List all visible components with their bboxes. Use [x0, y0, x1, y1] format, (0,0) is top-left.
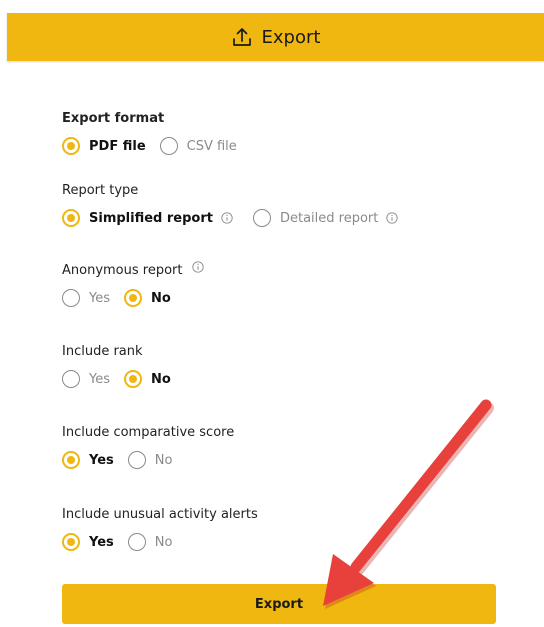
anonymous-report-label: Anonymous report	[62, 261, 204, 279]
include-comparative-score-label: Include comparative score	[62, 424, 235, 440]
report-type-option-detailed[interactable]: Detailed report	[252, 209, 399, 227]
include-rank-label: Include rank	[62, 343, 143, 359]
include-rank-options: Yes No	[62, 368, 185, 390]
include-comparative-score-option-yes[interactable]: Yes	[62, 451, 114, 469]
option-label: Yes	[89, 290, 110, 306]
radio-button-checked[interactable]	[62, 451, 80, 469]
radio-button-checked[interactable]	[124, 289, 142, 307]
option-label: No	[154, 452, 173, 468]
export-format-group: Export format PDF file CSV file	[62, 109, 251, 157]
info-icon[interactable]	[386, 212, 399, 224]
info-icon[interactable]	[191, 261, 204, 273]
upload-icon	[232, 28, 251, 46]
anonymous-report-option-no[interactable]: No	[124, 289, 171, 307]
include-rank-option-yes[interactable]: Yes	[62, 370, 110, 388]
anonymous-report-option-yes[interactable]: Yes	[62, 289, 110, 307]
report-type-label: Report type	[62, 182, 139, 198]
include-unusual-activity-alerts-option-no[interactable]: No	[127, 533, 173, 551]
include-rank-option-no[interactable]: No	[124, 370, 171, 388]
header-title: Export	[261, 26, 321, 48]
include-unusual-activity-alerts-group: Include unusual activity alerts Yes No	[62, 505, 258, 553]
report-type-option-simplified[interactable]: Simplified report	[62, 209, 233, 227]
option-label: CSV file	[186, 138, 237, 154]
radio-button[interactable]	[62, 370, 80, 388]
include-unusual-activity-alerts-label: Include unusual activity alerts	[62, 506, 258, 522]
option-label: No	[151, 290, 171, 306]
export-format-options: PDF file CSV file	[62, 135, 251, 157]
include-comparative-score-option-no[interactable]: No	[127, 451, 173, 469]
info-icon[interactable]	[221, 212, 233, 224]
export-format-option-csv[interactable]: CSV file	[159, 137, 237, 155]
report-type-group: Report type Simplified report Detailed r…	[62, 181, 412, 229]
anonymous-report-group: Anonymous report Yes No	[62, 261, 204, 309]
radio-button-checked[interactable]	[62, 137, 80, 155]
dialog-header: Export	[7, 13, 544, 61]
option-label: Yes	[89, 452, 114, 468]
option-label: No	[151, 371, 171, 387]
anonymous-report-options: Yes No	[62, 287, 204, 309]
radio-button[interactable]	[127, 533, 146, 551]
header-content: Export	[231, 26, 321, 48]
radio-button[interactable]	[252, 209, 271, 227]
include-comparative-score-options: Yes No	[62, 449, 234, 471]
include-comparative-score-group: Include comparative score Yes No	[62, 423, 234, 471]
radio-button-checked[interactable]	[62, 533, 80, 551]
option-label: Yes	[89, 371, 110, 387]
option-label: Simplified report	[89, 210, 213, 226]
export-format-label: Export format	[62, 110, 165, 126]
export-format-option-pdf[interactable]: PDF file	[62, 137, 146, 155]
option-label: Yes	[89, 534, 114, 550]
radio-button-checked[interactable]	[62, 209, 80, 227]
include-unusual-activity-alerts-option-yes[interactable]: Yes	[62, 533, 114, 551]
option-label: Detailed report	[279, 210, 379, 226]
radio-button[interactable]	[159, 137, 178, 155]
radio-button[interactable]	[62, 289, 80, 307]
radio-button[interactable]	[127, 451, 146, 469]
radio-button-checked[interactable]	[124, 370, 142, 388]
include-rank-group: Include rank Yes No	[62, 342, 185, 390]
export-button[interactable]: Export	[62, 584, 496, 624]
include-unusual-activity-alerts-options: Yes No	[62, 531, 258, 553]
option-label: PDF file	[89, 138, 146, 154]
option-label: No	[154, 534, 173, 550]
report-type-options: Simplified report Detailed report	[62, 207, 412, 229]
